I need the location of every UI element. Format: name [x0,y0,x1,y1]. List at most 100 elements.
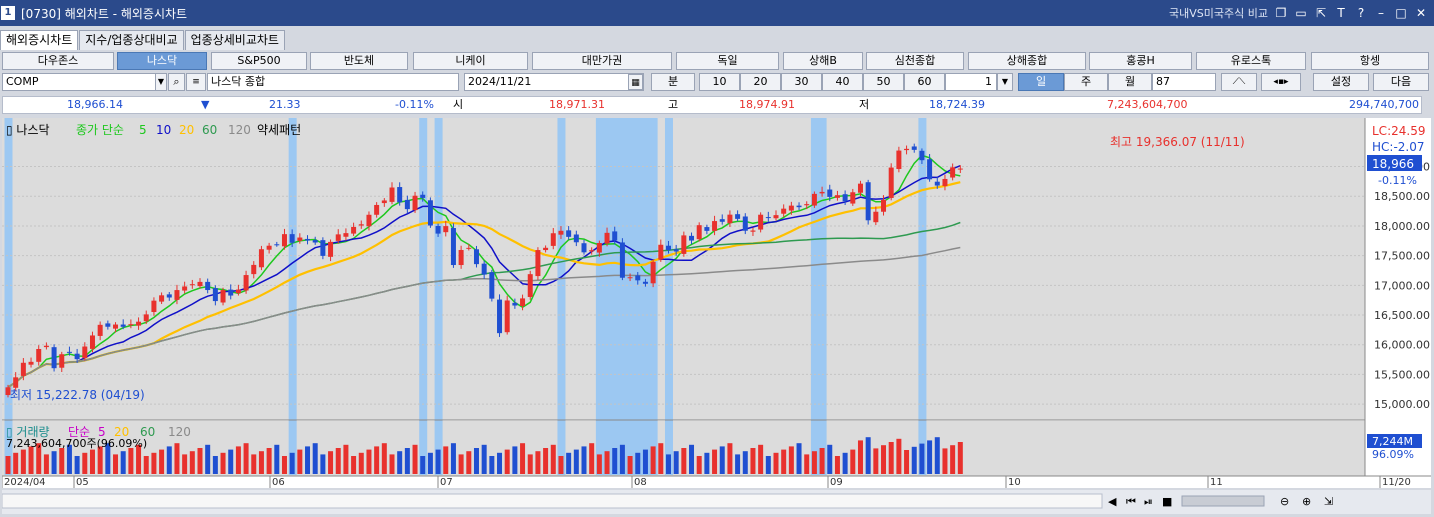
prev-icon[interactable]: ⏮ [1126,495,1136,508]
x-tick-label-4: 08 [634,477,647,488]
change-arrow-icon: ▼ [201,98,210,111]
symbol-code-input[interactable]: COMP [2,73,166,91]
volume-bar-61 [473,448,479,474]
volume-bar-111 [857,440,863,474]
toggle-panel-icon[interactable]: ◂▪▸ [1261,73,1301,91]
volume-bar-92 [712,449,718,474]
y-tick-label-6: 18,000.00 [1374,220,1430,233]
market-button-12[interactable]: 항셍 [1311,52,1429,70]
zoom-in-icon[interactable]: ⊕ [1302,495,1311,508]
unit-input[interactable]: 1 [945,73,997,91]
candle-body-39 [305,238,311,241]
tab-index-compare[interactable]: 지수/업종상대비교 [79,30,184,50]
count-input[interactable]: 87 [1152,73,1216,91]
restore-icon[interactable]: ▭ [1294,6,1308,20]
chart-area[interactable]: 15,000.00 15,500.00 16,000.00 16,500.00 17,0… [1,118,1431,488]
candle-body-114 [881,199,887,212]
market-button-1[interactable]: 나스닥 [117,52,207,70]
zoom-out-icon[interactable]: ⊖ [1280,495,1289,508]
volume-bar-45 [351,456,357,474]
minute-50-button[interactable]: 50 [863,73,904,91]
market-button-11[interactable]: 유로스톡 [1196,52,1306,70]
market-button-4[interactable]: 니케이 [413,52,528,70]
market-button-9[interactable]: 상해종합 [968,52,1086,70]
candlestick-chart[interactable]: 15,000.00 15,500.00 16,000.00 16,500.00 17,0… [1,118,1431,488]
chart-type-icon[interactable]: ⟋⟍ [1221,73,1257,91]
window-title: [0730] 해외차트 - 해외증시차트 [21,6,188,21]
volume-bar-109 [842,452,848,474]
candle-body-81 [627,277,633,279]
market-button-6[interactable]: 독일 [676,52,779,70]
market-button-10[interactable]: 홍콩H [1089,52,1192,70]
market-button-5[interactable]: 대만가권 [532,52,672,70]
candle-body-36 [281,234,287,247]
calendar-icon[interactable]: ▦ [628,74,643,90]
y-tick-label-2: 16,000.00 [1374,339,1430,352]
unit-dropdown-icon[interactable]: ▼ [997,73,1013,91]
minute-30-button[interactable]: 30 [781,73,822,91]
minute-40-button[interactable]: 40 [822,73,863,91]
market-button-8[interactable]: 심천종합 [866,52,964,70]
market-button-2[interactable]: S&P500 [211,52,307,70]
pattern-highlight-2 [419,118,428,475]
minute-60-button[interactable]: 60 [904,73,945,91]
next-button[interactable]: 다음 [1373,73,1429,91]
next-icon[interactable]: ⇲ [1324,495,1333,508]
volume-ma-legend-120: 120 [168,425,191,439]
candle-body-123 [950,167,956,178]
chevron-down-icon[interactable]: ▼ [155,73,167,91]
volume-bar-16 [128,448,134,474]
scrollbar-track[interactable] [1,493,1103,509]
close-icon[interactable]: ✕ [1414,6,1428,20]
minute-20-button[interactable]: 20 [740,73,781,91]
minute-10-button[interactable]: 10 [699,73,740,91]
help-icon[interactable]: ? [1354,6,1368,20]
day-button[interactable]: 일 [1018,73,1064,91]
volume-bar-76 [589,443,595,474]
window-icon[interactable]: ❐ [1274,6,1288,20]
candle-body-86 [665,245,671,251]
ma-legend-5: 5 [139,123,147,137]
candle-body-3 [28,361,34,365]
stop-icon[interactable]: ■ [1162,495,1172,508]
low-price: 18,724.39 [929,98,985,111]
month-button[interactable]: 월 [1108,73,1152,91]
date-input[interactable]: 2024/11/21 [464,73,644,91]
title-bar-actions: 국내VS미국주식 비교 ❐ ▭ ⇱ T ? – □ ✕ [1169,0,1428,26]
candle-body-54 [420,194,426,198]
x-tick-label-3: 07 [440,477,453,488]
scroll-left-icon[interactable]: ◀ [1108,495,1117,508]
candle-body-20 [159,295,165,302]
candle-body-69 [535,250,541,277]
candle-body-14 [113,324,119,329]
volume-bar-123 [950,445,956,474]
candle-body-113 [873,211,879,223]
maximize-icon[interactable]: □ [1394,6,1408,20]
price-change: 21.33 [269,98,301,111]
volume-bar-43 [335,448,341,474]
x-tick-label-6: 10 [1008,477,1021,488]
candle-body-31 [243,275,249,291]
minimize-icon[interactable]: – [1374,6,1388,20]
market-button-0[interactable]: 다우존스 [2,52,114,70]
tab-overseas-chart[interactable]: 해외증시차트 [0,30,79,50]
tab-sector-compare[interactable]: 업종상세비교차트 [184,30,285,50]
bottom-nav: ◀ ⏮ ⏯ ■ ⊖ ⊕ ⇲ [1,490,1431,514]
compare-link[interactable]: 국내VS미국주식 비교 [1169,5,1268,21]
scrollbar-thumb[interactable] [1181,495,1265,507]
pin-icon[interactable]: ⇱ [1314,6,1328,20]
market-button-3[interactable]: 반도체 [310,52,408,70]
minute-button[interactable]: 분 [651,73,695,91]
week-button[interactable]: 주 [1064,73,1108,91]
hc-label: HC:-2.07 [1372,140,1425,154]
volume-bar-22 [174,443,180,474]
candle-body-62 [481,263,487,275]
symbol-list-icon[interactable]: ≡ [186,73,206,91]
market-button-7[interactable]: 상해B [783,52,863,70]
lc-label: LC:24.59 [1372,124,1425,138]
pattern-highlight-8 [618,118,627,475]
settings-button[interactable]: 설정 [1313,73,1369,91]
text-icon[interactable]: T [1334,6,1348,20]
play-icon[interactable]: ⏯ [1144,495,1153,508]
search-icon[interactable]: ⌕ [168,73,185,91]
